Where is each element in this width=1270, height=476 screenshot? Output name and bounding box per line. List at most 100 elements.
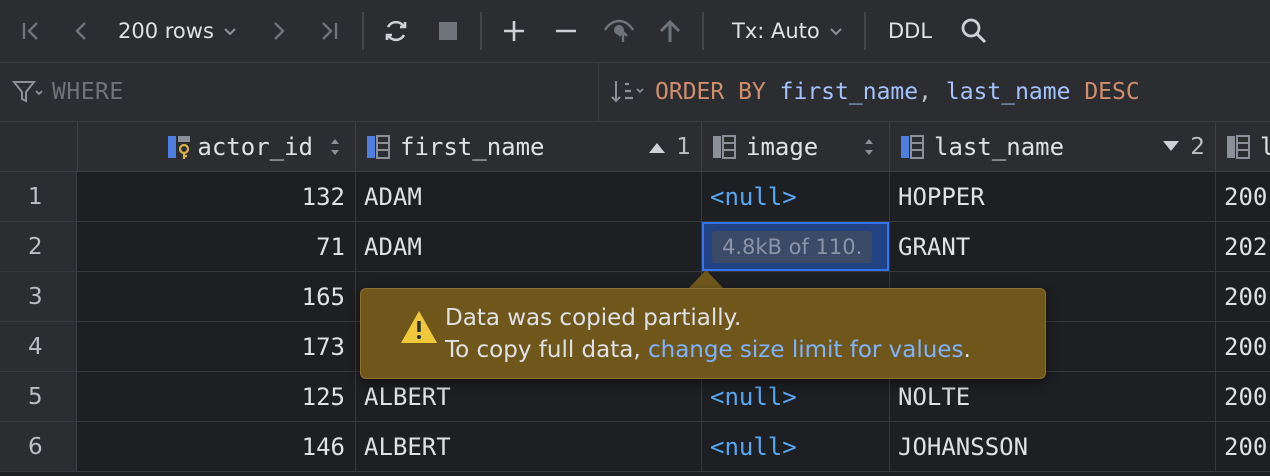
order-separator: , [918, 79, 932, 105]
toolbar-separator [864, 12, 866, 50]
column-name: image [746, 132, 819, 161]
cell-actor-id[interactable]: 132 [78, 172, 356, 221]
column-name: first_name [400, 132, 545, 161]
tx-mode-label: Tx: Auto [732, 19, 820, 43]
table-row[interactable]: 6 146 ALBERT <null> JOHANSSON 200 [0, 422, 1270, 472]
row-number-header [0, 122, 78, 172]
search-icon[interactable] [958, 14, 990, 48]
filter-bar: WHERE ORDER BY first_name, last_name DES… [0, 62, 1270, 122]
column-name: last_name [934, 132, 1065, 161]
last-page-icon[interactable] [314, 14, 344, 48]
chevron-down-icon [224, 28, 236, 36]
ddl-button[interactable]: DDL [888, 14, 932, 48]
where-placeholder: WHERE [52, 79, 124, 105]
column-header-image[interactable]: image [702, 122, 890, 172]
row-number: 1 [0, 172, 77, 221]
cell-actor-id[interactable]: 146 [78, 422, 356, 471]
cell-last-update[interactable]: 200 [1216, 372, 1270, 421]
page-size-dropdown[interactable]: 200 rows [118, 14, 238, 48]
tx-mode-dropdown[interactable]: Tx: Auto [732, 14, 844, 48]
sort-indicator[interactable]: 2 [1162, 122, 1205, 172]
sort-toggle-icon[interactable] [329, 136, 341, 158]
cell-image[interactable]: <null> [702, 372, 890, 421]
cell-first-name[interactable]: ADAM [356, 172, 702, 221]
stop-icon[interactable] [434, 14, 462, 48]
cell-image[interactable]: <null> [702, 172, 890, 221]
column-icon [713, 134, 736, 159]
sort-indicator[interactable]: 1 [648, 122, 691, 172]
row-number: 2 [0, 222, 77, 271]
add-row-icon[interactable] [500, 14, 528, 48]
filter-icon[interactable] [12, 79, 44, 105]
toolbar-separator [362, 12, 364, 50]
tooltip-hint-suffix: . [963, 337, 971, 363]
toolbar-separator [480, 12, 482, 50]
column-header-first-name[interactable]: first_name 1 [356, 122, 702, 172]
column-icon [1227, 134, 1250, 159]
cell-last-update[interactable]: 200 [1216, 322, 1270, 371]
column-header-last-name[interactable]: last_name 2 [890, 122, 1216, 172]
column-header-last-update[interactable]: l [1216, 122, 1270, 172]
partial-copy-warning-tooltip: Data was copied partially. To copy full … [360, 288, 1046, 379]
column-name: actor_id [197, 132, 313, 161]
cell-first-name[interactable]: ALBERT [356, 372, 702, 421]
column-header-actor-id[interactable]: actor_id [78, 122, 356, 172]
page-size-label: 200 rows [118, 19, 214, 43]
where-filter-input[interactable]: WHERE [0, 63, 598, 121]
column-icon [367, 134, 390, 159]
blob-size-label: 4.8kB of 110. [712, 230, 873, 263]
cell-last-update[interactable]: 202 [1216, 222, 1270, 271]
table-row[interactable]: 5 125 ALBERT <null> NOLTE 200 [0, 372, 1270, 422]
row-number: 4 [0, 322, 77, 371]
cell-last-name[interactable]: JOHANSSON [890, 422, 1216, 471]
change-size-limit-link[interactable]: change size limit for values [648, 337, 964, 363]
submit-icon[interactable] [656, 14, 684, 48]
sort-icon [611, 81, 644, 103]
next-page-icon[interactable] [266, 14, 292, 48]
tooltip-message: Data was copied partially. [445, 305, 742, 331]
sort-order-number: 2 [1190, 134, 1205, 160]
previous-page-icon[interactable] [68, 14, 94, 48]
tooltip-arrow [688, 270, 724, 289]
cell-actor-id[interactable]: 125 [78, 372, 356, 421]
cell-last-name[interactable]: GRANT [890, 222, 1216, 271]
cell-image[interactable]: <null> [702, 422, 890, 471]
table-row[interactable]: 1 132 ADAM <null> HOPPER 200 [0, 172, 1270, 222]
cell-actor-id[interactable]: 165 [78, 272, 356, 321]
order-by-input[interactable]: ORDER BY first_name, last_name DESC [598, 63, 1270, 121]
sort-order-number: 1 [676, 134, 691, 160]
table-row[interactable]: 2 71 ADAM 4.8kB of 110. GRANT 202 [0, 222, 1270, 272]
cell-last-update[interactable]: 200 [1216, 172, 1270, 221]
cell-actor-id[interactable]: 71 [78, 222, 356, 271]
toolbar: 200 rows Tx: Auto DDL [0, 0, 1270, 62]
cell-last-update[interactable]: 200 [1216, 272, 1270, 321]
tooltip-hint-prefix: To copy full data, [445, 337, 648, 363]
order-direction: DESC [1084, 79, 1140, 105]
delete-row-icon[interactable] [552, 14, 580, 48]
first-page-icon[interactable] [16, 14, 46, 48]
row-number: 6 [0, 422, 77, 471]
cell-first-name[interactable]: ADAM [356, 222, 702, 271]
tooltip-hint: To copy full data, change size limit for… [445, 337, 971, 363]
cell-actor-id[interactable]: 173 [78, 322, 356, 371]
column-icon [901, 134, 924, 159]
column-name: l [1260, 133, 1270, 161]
row-number: 3 [0, 272, 77, 321]
cell-first-name[interactable]: ALBERT [356, 422, 702, 471]
sort-descending-icon [1163, 141, 1180, 151]
warning-icon [401, 311, 437, 343]
primary-key-column-icon [168, 135, 191, 159]
refresh-icon[interactable] [380, 14, 412, 48]
sort-toggle-icon[interactable] [863, 136, 875, 158]
toolbar-separator [702, 12, 704, 50]
order-by-expression: ORDER BY first_name, last_name DESC [655, 79, 1140, 105]
cell-last-update[interactable]: 200 [1216, 422, 1270, 471]
sort-ascending-icon [649, 143, 666, 153]
cell-last-name[interactable]: NOLTE [890, 372, 1216, 421]
row-number: 5 [0, 372, 77, 421]
preview-changes-icon[interactable] [602, 14, 636, 48]
order-by-keyword: ORDER BY [655, 79, 766, 105]
cell-image-selected[interactable]: 4.8kB of 110. [702, 222, 890, 271]
cell-last-name[interactable]: HOPPER [890, 172, 1216, 221]
order-column-1: first_name [779, 79, 919, 105]
